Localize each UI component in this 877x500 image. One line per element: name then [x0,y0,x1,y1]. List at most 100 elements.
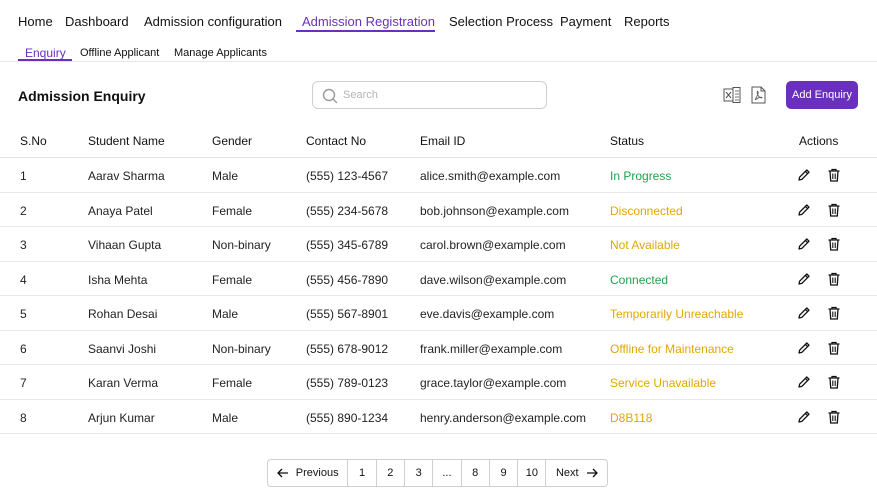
cell-contact-no: (555) 890-1234 [306,410,389,425]
next-page-button[interactable]: Next [546,460,607,486]
cell-email: frank.miller@example.com [420,341,563,356]
cell-sno: 3 [20,238,27,252]
delete-icon[interactable] [826,340,842,356]
page-button-10[interactable]: 10 [518,460,547,486]
cell-gender: Male [212,307,239,321]
cell-student-name: Karan Verma [88,376,159,390]
delete-icon[interactable] [826,374,842,390]
cell-status: Disconnected [610,203,683,218]
nav-dashboard[interactable]: Dashboard [65,14,129,29]
page-button-1[interactable]: 1 [348,460,377,486]
edit-icon[interactable] [796,271,812,287]
cell-contact-no: (555) 678-9012 [306,341,389,356]
page-button-8[interactable]: 8 [462,460,490,486]
cell-sno: 1 [20,169,27,183]
cell-email: henry.anderson@example.com [420,410,587,425]
nav-admission-registration[interactable]: Admission Registration [302,14,435,29]
previous-page-button[interactable]: Previous [268,460,349,486]
table-body: 1 Aarav Sharma Male (555) 123-4567 alice.smi… [0,158,877,434]
header-student-name: Student Name [88,134,165,148]
cell-sno: 7 [20,376,27,390]
arrow-left-icon [276,468,288,478]
nav-reports[interactable]: Reports [624,14,670,29]
cell-email: bob.johnson@example.com [420,203,569,218]
cell-student-name: Aarav Sharma [88,169,165,183]
delete-icon[interactable] [826,305,842,321]
edit-icon[interactable] [796,236,812,252]
header-gender: Gender [212,134,253,148]
page-ellipsis: ... [433,460,462,486]
page-button-2[interactable]: 2 [377,460,405,486]
page-button-3[interactable]: 3 [405,460,434,486]
cell-gender: Non-binary [212,238,271,252]
table-row: 1 Aarav Sharma Male (555) 123-4567 alice.smi… [0,158,877,193]
enquiry-table: S.No Student Name Gender Contact No Emai… [0,123,877,434]
edit-icon[interactable] [796,340,812,356]
cell-status: Not Available [610,238,680,252]
edit-icon[interactable] [796,305,812,321]
table-row: 3 Vihaan Gupta Non-binary (555) 345-6789 car… [0,227,877,262]
edit-icon[interactable] [796,167,812,183]
cell-student-name: Saanvi Joshi [88,341,157,356]
page-button-9[interactable]: 9 [490,460,519,486]
delete-icon[interactable] [826,202,842,218]
cell-status: D8B118 [610,410,653,425]
header-sno: S.No [20,134,47,148]
edit-icon[interactable] [796,409,812,425]
cell-contact-no: (555) 567-8901 [306,307,389,321]
nav-admission-configuration[interactable]: Admission configuration [144,14,282,29]
cell-student-name: Vihaan Gupta [88,238,162,252]
nav-active-indicator [296,30,435,32]
delete-icon[interactable] [826,167,842,183]
edit-icon[interactable] [796,374,812,390]
delete-icon[interactable] [826,236,842,252]
cell-gender: Female [212,376,253,390]
cell-sno: 8 [20,410,27,425]
cell-status: In Progress [610,169,672,183]
add-enquiry-button[interactable]: Add Enquiry [786,81,858,109]
cell-email: alice.smith@example.com [420,169,561,183]
nav-payment[interactable]: Payment [560,14,611,29]
subnav-offline-applicant[interactable]: Offline Applicant [80,47,159,59]
cell-contact-no: (555) 456-7890 [306,272,389,287]
cell-gender: Female [212,203,253,218]
search-box [312,81,547,109]
cell-student-name: Isha Mehta [88,272,148,287]
cell-status: Offline for Maintenance [610,341,734,356]
nav-home[interactable]: Home [18,14,53,29]
cell-sno: 5 [20,307,27,321]
header-status: Status [610,134,645,148]
pagination: Previous 1 2 3 ... 8 9 10 Next [267,459,608,487]
cell-sno: 2 [20,203,27,218]
cell-contact-no: (555) 234-5678 [306,203,389,218]
header-contact-no: Contact No [306,134,367,148]
nav-selection-process[interactable]: Selection Process [449,14,553,29]
cell-email: carol.brown@example.com [420,238,566,252]
cell-gender: Non-binary [212,341,271,356]
cell-email: dave.wilson@example.com [420,272,567,287]
page-title: Admission Enquiry [18,88,146,104]
excel-export-icon[interactable] [723,86,741,104]
cell-status: Connected [610,272,669,287]
header-actions: Actions [799,134,839,148]
cell-sno: 4 [20,272,27,287]
next-label: Next [555,467,579,479]
previous-label: Previous [295,467,339,479]
pdf-export-icon[interactable] [751,86,766,104]
table-row: 7 Karan Verma Female (555) 789-0123 grace.ta… [0,365,877,400]
delete-icon[interactable] [826,271,842,287]
search-icon [322,88,338,104]
cell-gender: Male [212,410,239,425]
table-row: 5 Rohan Desai Male (555) 567-8901 eve.davis@… [0,296,877,331]
cell-student-name: Arjun Kumar [88,410,155,425]
cell-contact-no: (555) 789-0123 [306,376,389,390]
top-nav: Home Dashboard Admission configuration A… [0,0,877,40]
cell-contact-no: (555) 123-4567 [306,169,389,183]
delete-icon[interactable] [826,409,842,425]
table-row: 2 Anaya Patel Female (555) 234-5678 bob.john… [0,193,877,227]
subnav-enquiry[interactable]: Enquiry [25,46,66,60]
subnav-manage-applicants[interactable]: Manage Applicants [174,47,267,59]
search-input[interactable] [343,86,538,104]
cell-sno: 6 [20,341,27,356]
edit-icon[interactable] [796,202,812,218]
